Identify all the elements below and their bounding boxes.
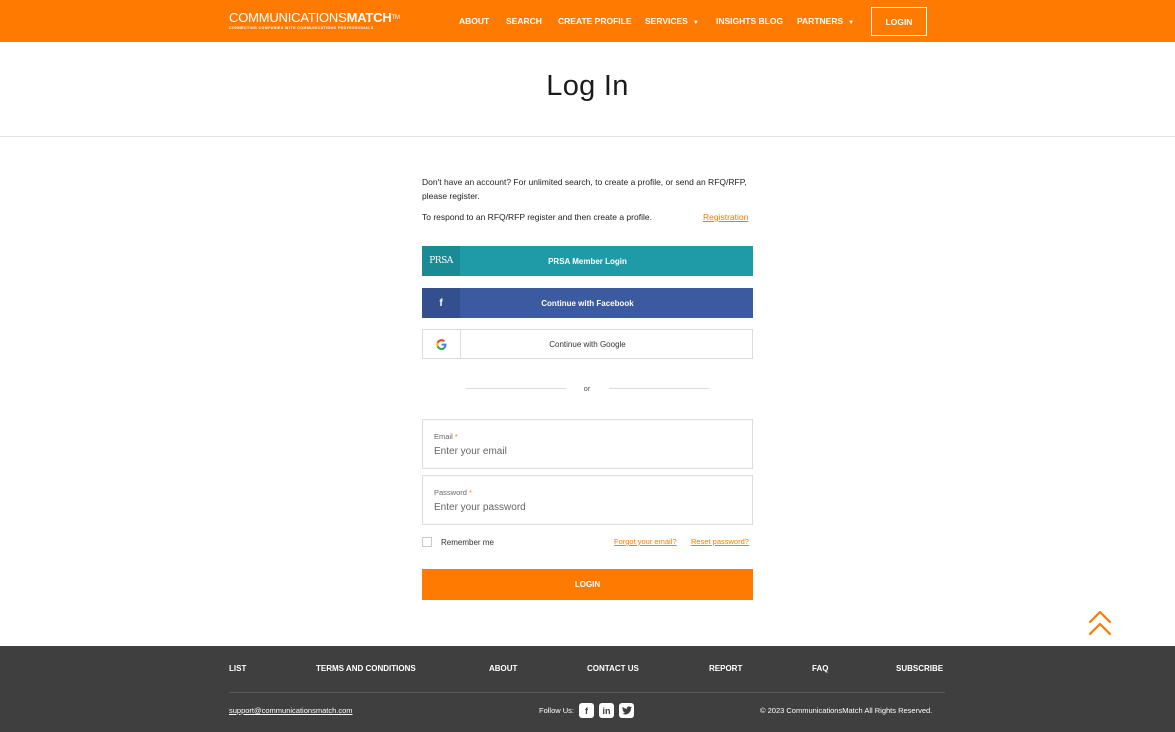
logo-text-main: COMMUNICATIONS [229, 10, 347, 25]
prsa-login-button[interactable]: PRSA PRSA Member Login [422, 246, 753, 276]
site-footer: LIST TERMS AND CONDITIONS ABOUT CONTACT … [0, 646, 1175, 732]
divider-right [609, 388, 709, 389]
google-login-button[interactable]: Continue with Google [422, 329, 753, 359]
email-label-text: Email [434, 432, 453, 441]
site-logo[interactable]: COMMUNICATIONSMATCHTM CONNECTING COMPANI… [229, 11, 400, 31]
login-submit-button[interactable]: LOGIN [422, 569, 753, 600]
required-mark: * [468, 488, 472, 497]
email-field[interactable]: Email * [422, 419, 753, 469]
remember-me-checkbox[interactable] [422, 537, 432, 547]
rfq-note: To respond to an RFQ/RFP register and th… [422, 212, 652, 222]
footer-nav-subscribe[interactable]: SUBSCRIBE [896, 664, 943, 673]
follow-us-label: Follow Us: [539, 706, 575, 715]
nav-services[interactable]: SERVICES ▼ [645, 16, 699, 26]
footer-nav-faq[interactable]: FAQ [812, 664, 828, 673]
twitter-icon[interactable] [619, 703, 635, 718]
footer-divider [229, 692, 945, 693]
site-header: COMMUNICATIONSMATCHTM CONNECTING COMPANI… [0, 0, 1175, 42]
footer-nav-contact[interactable]: CONTACT US [587, 664, 639, 673]
page-title: Log In [546, 70, 629, 102]
divider-left [466, 388, 566, 389]
forgot-email-link[interactable]: Forgot your email? [614, 537, 677, 546]
facebook-login-label: Continue with Facebook [541, 298, 634, 308]
prsa-logo-icon: PRSA [422, 246, 460, 276]
footer-nav-list[interactable]: LIST [229, 664, 246, 673]
page-hero: Log In [0, 42, 1175, 137]
nav-services-label: SERVICES [645, 16, 688, 26]
nav-about[interactable]: ABOUT [459, 16, 489, 26]
remember-me-label: Remember me [441, 537, 494, 547]
nav-insights-blog[interactable]: INSIGHTS BLOG [716, 16, 783, 26]
prsa-login-label: PRSA Member Login [548, 256, 627, 266]
nav-partners[interactable]: PARTNERS ▼ [797, 16, 854, 26]
follow-us: Follow Us: f in [539, 703, 635, 718]
nav-partners-label: PARTNERS [797, 16, 844, 26]
password-field[interactable]: Password * [422, 475, 753, 525]
registration-link[interactable]: Registration [703, 210, 748, 224]
footer-nav-terms[interactable]: TERMS AND CONDITIONS [316, 664, 416, 673]
footer-nav-about[interactable]: ABOUT [489, 664, 517, 673]
linkedin-icon[interactable]: in [599, 703, 615, 718]
required-mark: * [454, 432, 458, 441]
nav-search[interactable]: SEARCH [506, 16, 542, 26]
facebook-icon[interactable]: f [579, 703, 595, 718]
email-input[interactable] [434, 446, 734, 457]
reset-password-link[interactable]: Reset password? [691, 537, 749, 546]
or-separator: or [583, 384, 591, 393]
intro-text: Don't have an account? For unlimited sea… [422, 177, 747, 201]
logo-tagline: CONNECTING COMPANIES WITH COMMUNICATIONS… [229, 26, 374, 30]
facebook-login-button[interactable]: f Continue with Facebook [422, 288, 753, 318]
google-login-label: Continue with Google [549, 339, 626, 349]
password-label: Password * [434, 488, 472, 497]
chevron-down-icon: ▼ [848, 20, 855, 26]
remember-me[interactable]: Remember me [422, 537, 494, 547]
logo-wordmark: COMMUNICATIONSMATCHTM [229, 11, 400, 25]
support-email-link[interactable]: support@communicationsmatch.com [229, 706, 353, 715]
copyright: © 2023 CommunicationsMatch All Rights Re… [760, 706, 933, 715]
password-label-text: Password [434, 488, 467, 497]
logo-text-bold: MATCH [346, 10, 392, 25]
google-icon [423, 330, 461, 358]
logo-trademark: TM [391, 15, 400, 21]
footer-nav-report[interactable]: REPORT [709, 664, 742, 673]
email-label: Email * [434, 432, 458, 441]
facebook-icon: f [422, 288, 460, 318]
chevron-down-icon: ▼ [692, 20, 699, 26]
password-input[interactable] [434, 502, 734, 513]
nav-create-profile[interactable]: CREATE PROFILE [558, 16, 632, 26]
scroll-top-icon[interactable] [1088, 610, 1112, 636]
header-login-button[interactable]: LOGIN [871, 7, 927, 36]
